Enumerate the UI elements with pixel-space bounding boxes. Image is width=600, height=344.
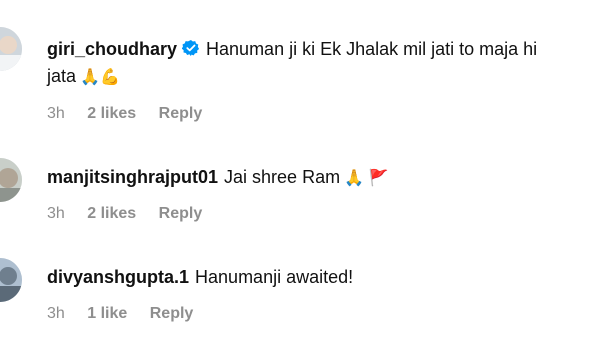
username-link[interactable]: manjitsinghrajput01 bbox=[47, 167, 218, 187]
reply-button[interactable]: Reply bbox=[159, 104, 203, 124]
likes-count-link[interactable]: 2 likes bbox=[87, 104, 136, 124]
comment-text: Jai shree Ram bbox=[224, 167, 341, 187]
comment-text: Hanuman ji ki Ek Jhalak mil jati to maja… bbox=[206, 39, 538, 59]
verified-badge-icon bbox=[181, 38, 200, 64]
comment-emojis: 🙏💪 bbox=[80, 69, 120, 86]
username-link[interactable]: divyanshgupta.1 bbox=[47, 267, 189, 287]
comment-item: giri_choudhary Hanuman ji ki Ek Jhalak mi… bbox=[0, 0, 600, 130]
comment-item: divyanshgupta.1 Hanumanji awaited! 3h 1 l… bbox=[0, 230, 600, 344]
comment-meta: 3h 2 likes Reply bbox=[47, 204, 220, 224]
likes-count-link[interactable]: 1 like bbox=[87, 304, 127, 324]
likes-count-link[interactable]: 2 likes bbox=[87, 204, 136, 224]
comment-first-line: divyanshgupta.1 Hanumanji awaited! bbox=[47, 264, 353, 290]
reply-button[interactable]: Reply bbox=[150, 304, 194, 324]
avatar[interactable] bbox=[0, 158, 22, 202]
comment-text-continued: jata bbox=[47, 66, 77, 86]
avatar[interactable] bbox=[0, 27, 22, 71]
comment-text: Hanumanji awaited! bbox=[195, 267, 354, 287]
comment-meta: 3h 1 like Reply bbox=[47, 304, 211, 324]
comment-time: 3h bbox=[47, 205, 65, 222]
avatar[interactable] bbox=[0, 258, 22, 302]
comment-emojis: 🙏 🚩 bbox=[344, 170, 389, 187]
reply-button[interactable]: Reply bbox=[159, 204, 203, 224]
comment-time: 3h bbox=[47, 105, 65, 122]
username-link[interactable]: giri_choudhary bbox=[47, 39, 177, 59]
comment-item: manjitsinghrajput01 Jai shree Ram 🙏 🚩 3h 2… bbox=[0, 130, 600, 230]
comment-second-line: jata 🙏💪 bbox=[47, 63, 120, 91]
comment-first-line: manjitsinghrajput01 Jai shree Ram 🙏 🚩 bbox=[47, 164, 388, 192]
comment-meta: 3h 2 likes Reply bbox=[47, 104, 220, 124]
comment-time: 3h bbox=[47, 305, 65, 322]
comment-first-line: giri_choudhary Hanuman ji ki Ek Jhalak mi… bbox=[47, 36, 537, 64]
